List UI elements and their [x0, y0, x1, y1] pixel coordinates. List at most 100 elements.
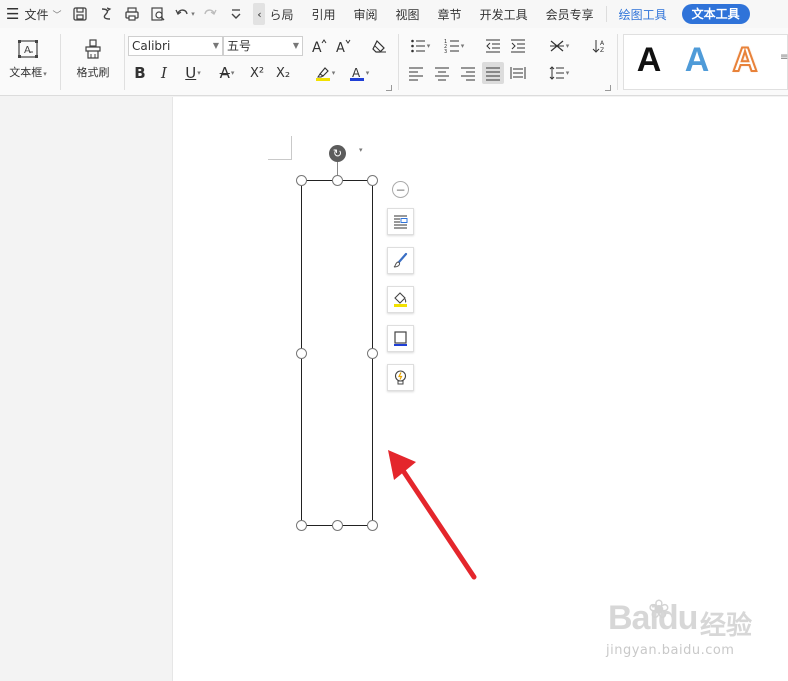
- resize-handle-bottom-left[interactable]: [296, 520, 307, 531]
- subscript-icon: X₂: [275, 65, 291, 81]
- font-size-select[interactable]: 五号 ▼: [223, 36, 303, 56]
- justify-button[interactable]: [482, 62, 504, 84]
- bold-button[interactable]: B: [129, 62, 151, 84]
- eraser-icon: [372, 39, 386, 53]
- chevron-down-icon: ▾: [365, 69, 370, 77]
- wordart-style-orange-outline[interactable]: A: [724, 36, 766, 84]
- document-page[interactable]: [172, 97, 788, 681]
- format-painter-label: 格式刷: [76, 66, 110, 79]
- tab-section[interactable]: 章节: [429, 6, 471, 23]
- resize-handle-top-right[interactable]: [367, 175, 378, 186]
- text-wrap-icon: [394, 215, 408, 229]
- subscript-button[interactable]: X₂: [271, 62, 295, 84]
- align-left-button[interactable]: [405, 62, 427, 84]
- chevron-down-icon: ▾: [565, 69, 570, 77]
- resize-handle-left[interactable]: [296, 348, 307, 359]
- file-menu-label: 文件: [24, 7, 49, 22]
- layout-options-chevron-icon[interactable]: ▾: [359, 146, 363, 154]
- line-spacing-button[interactable]: ▾: [544, 62, 574, 84]
- customize-toolbar-button[interactable]: [225, 3, 247, 25]
- align-right-button[interactable]: [457, 62, 479, 84]
- collapse-toolbar-button[interactable]: −: [392, 181, 409, 198]
- bullet-list-button[interactable]: ▾: [406, 35, 434, 57]
- strikethrough-button[interactable]: A ▾: [212, 62, 242, 84]
- resize-handle-top-left[interactable]: [296, 175, 307, 186]
- tab-drawing-tools[interactable]: 绘图工具: [610, 6, 676, 23]
- paragraph-dialog-launcher[interactable]: [605, 85, 611, 91]
- font-color-button[interactable]: A ▾: [344, 62, 374, 84]
- indent-icon: [511, 39, 525, 53]
- resize-handle-right[interactable]: [367, 348, 378, 359]
- underline-button[interactable]: U ▾: [178, 62, 208, 84]
- shape-outline-button[interactable]: [387, 325, 414, 352]
- undo-button[interactable]: ▾: [173, 3, 195, 25]
- tab-member-exclusive[interactable]: 会员专享: [537, 6, 603, 23]
- font-dialog-launcher[interactable]: [386, 85, 392, 91]
- divider: [605, 6, 607, 22]
- annotation-arrow: [388, 450, 477, 580]
- tab-layout[interactable]: ら局: [267, 6, 302, 23]
- line-spacing-icon: [549, 66, 564, 80]
- chevron-down-icon: ▼: [292, 41, 299, 50]
- align-center-button[interactable]: [431, 62, 453, 84]
- output-pdf-button[interactable]: [95, 3, 117, 25]
- svg-text:A: A: [600, 40, 605, 47]
- chevron-down-icon: ﹀: [52, 10, 62, 21]
- clear-formatting-button[interactable]: [368, 35, 390, 57]
- tab-view[interactable]: 视图: [387, 6, 429, 23]
- decrease-indent-button[interactable]: [482, 35, 504, 57]
- svg-text:A: A: [312, 40, 322, 54]
- resize-handle-bottom-right[interactable]: [367, 520, 378, 531]
- sort-icon: AZ: [592, 40, 605, 54]
- distributed-align-button[interactable]: [507, 62, 529, 84]
- superscript-button[interactable]: X²: [245, 62, 269, 84]
- sort-button[interactable]: AZ: [589, 35, 611, 57]
- minus-icon: −: [395, 182, 406, 197]
- decrease-font-size-button[interactable]: A: [332, 35, 354, 57]
- shape-style-button[interactable]: [387, 247, 414, 274]
- increase-indent-button[interactable]: [507, 35, 529, 57]
- resize-handle-bottom[interactable]: [332, 520, 343, 531]
- chevron-down-icon: ▾: [197, 69, 201, 77]
- smart-tips-button[interactable]: [387, 364, 414, 391]
- align-center-icon: [435, 67, 449, 81]
- format-painter-button[interactable]: 格式刷: [72, 38, 114, 80]
- align-left-icon: [409, 67, 423, 81]
- vertical-textbox[interactable]: [301, 180, 373, 526]
- baidu-jingyan-watermark: Baidu ❀ 经验 jingyan.baidu.com: [600, 595, 788, 665]
- menu-bar: ☰ 文件 ﹀ ▾ ‹ ら局 引用 审阅 视图 章节 开发工具 会员专享 绘图工具…: [0, 0, 788, 28]
- chinese-layout-button[interactable]: ▾: [544, 35, 574, 57]
- bold-icon: B: [134, 64, 146, 82]
- tab-review[interactable]: 审阅: [345, 6, 387, 23]
- tab-developer-tools[interactable]: 开发工具: [471, 6, 537, 23]
- italic-button[interactable]: I: [153, 62, 175, 84]
- rotate-handle[interactable]: ↻: [329, 145, 346, 162]
- wordart-style-blue[interactable]: A: [676, 36, 718, 84]
- file-menu-button[interactable]: ☰ 文件 ﹀: [0, 0, 67, 28]
- superscript-icon: X²: [249, 65, 265, 81]
- print-preview-button[interactable]: [147, 3, 169, 25]
- wordart-style-black[interactable]: A: [628, 36, 670, 84]
- chevron-down-icon: ▾: [230, 69, 235, 77]
- redo-button[interactable]: [199, 3, 221, 25]
- shape-fill-button[interactable]: [387, 286, 414, 313]
- textbox-button[interactable]: A 文本框▾: [6, 38, 50, 80]
- tab-references[interactable]: 引用: [303, 6, 345, 23]
- tabs-scroll-left-button[interactable]: ‹: [253, 3, 266, 25]
- gallery-more-icon[interactable]: ≡: [780, 52, 788, 63]
- font-name-select[interactable]: Calibri ▼: [128, 36, 223, 56]
- divider: [60, 34, 61, 90]
- numbered-list-button[interactable]: 123 ▾: [440, 35, 468, 57]
- save-icon: [73, 7, 88, 21]
- resize-handle-top[interactable]: [332, 175, 343, 186]
- tab-text-tools[interactable]: 文本工具: [681, 4, 750, 24]
- chevron-down-icon: [231, 9, 241, 19]
- highlighter-icon: [315, 67, 330, 81]
- paintbrush-icon: [393, 252, 408, 268]
- text-wrap-button[interactable]: [387, 208, 414, 235]
- highlight-color-button[interactable]: ▾: [310, 62, 340, 84]
- format-painter-icon: [85, 39, 101, 59]
- save-button[interactable]: [69, 3, 91, 25]
- print-button[interactable]: [121, 3, 143, 25]
- increase-font-size-button[interactable]: A: [308, 35, 330, 57]
